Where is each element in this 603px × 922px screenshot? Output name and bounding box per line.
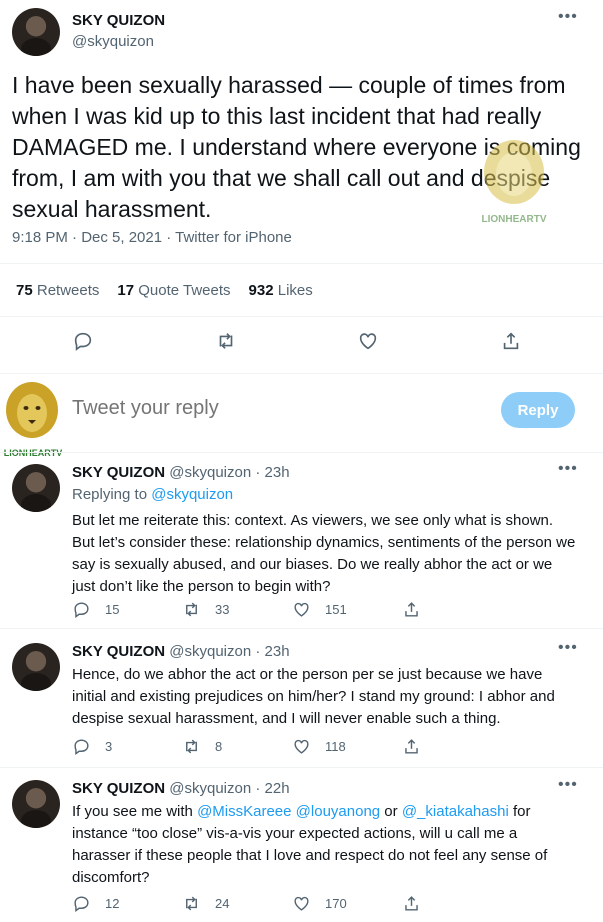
like-button[interactable]: 118: [292, 737, 392, 756]
like-button[interactable]: 170: [292, 894, 392, 913]
reply-button[interactable]: 12: [72, 894, 172, 913]
divider: [0, 767, 603, 768]
author-handle[interactable]: @skyquizon: [72, 33, 154, 50]
like-icon: [294, 896, 309, 911]
mention-link[interactable]: @skyquizon: [151, 486, 233, 503]
mention-link[interactable]: @MissKareee: [197, 803, 291, 820]
retweet-icon: [186, 602, 197, 617]
watermark-text: LIONHEARTV: [482, 214, 547, 225]
divider: [0, 316, 603, 317]
retweet-button[interactable]: 8: [182, 737, 282, 756]
reply-count: 15: [105, 602, 120, 617]
more-icon[interactable]: •••: [558, 776, 578, 794]
reply-actions: 12 24 170: [72, 894, 502, 913]
retweet-count: 24: [215, 896, 230, 911]
like-count: 118: [325, 739, 346, 754]
reply-text: But let me reiterate this: context. As v…: [72, 512, 576, 595]
avatar[interactable]: [12, 8, 60, 56]
reply-text: Hence, do we abhor the act or the person…: [72, 666, 555, 727]
retweet-button[interactable]: [215, 330, 237, 352]
reply-text: If you see me with @MissKareee @louyanon…: [72, 803, 548, 886]
reply-header: SKY QUIZON @skyquizon · 23h: [72, 643, 290, 660]
like-icon: [360, 333, 377, 350]
reply-button[interactable]: 15: [72, 600, 172, 619]
divider: [0, 373, 603, 374]
share-button[interactable]: [402, 600, 502, 619]
reply-icon: [74, 332, 92, 351]
share-button[interactable]: [402, 894, 502, 913]
retweet-count: 8: [215, 739, 223, 754]
reply-icon: [74, 739, 89, 756]
reply-actions: 15 33 151: [72, 600, 502, 619]
share-icon: [405, 896, 418, 911]
retweet-icon: [219, 333, 232, 349]
tweet-timestamp[interactable]: 9:18 PM · Dec 5, 2021 · Twitter for iPho…: [12, 229, 292, 246]
author-handle[interactable]: @skyquizon · 22h: [169, 780, 289, 797]
reply-icon: [74, 602, 89, 619]
like-icon: [294, 739, 309, 754]
tweet-stats: 75 Retweets 17 Quote Tweets 932 Likes: [16, 282, 313, 299]
reply-icon: [74, 896, 89, 913]
author-name[interactable]: SKY QUIZON: [72, 464, 165, 481]
share-icon: [503, 332, 519, 350]
divider: [0, 263, 603, 264]
likes-stat[interactable]: 932 Likes: [249, 282, 313, 299]
share-icon: [405, 602, 418, 617]
lion-watermark-icon: LIONHEARTV: [482, 140, 547, 225]
reply-header: SKY QUIZON @skyquizon · 22h: [72, 780, 290, 797]
reply-submit-button[interactable]: Reply: [501, 392, 575, 428]
quote-tweets-stat[interactable]: 17 Quote Tweets: [117, 282, 230, 299]
author-name[interactable]: SKY QUIZON: [72, 12, 165, 29]
avatar[interactable]: [12, 780, 60, 828]
retweet-icon: [186, 896, 197, 911]
retweets-stat[interactable]: 75 Retweets: [16, 282, 99, 299]
author-name[interactable]: SKY QUIZON: [72, 780, 165, 797]
more-icon[interactable]: •••: [558, 8, 578, 26]
like-count: 170: [325, 896, 347, 911]
like-icon: [294, 602, 309, 617]
retweet-count: 33: [215, 602, 230, 617]
retweet-icon: [186, 739, 197, 754]
reply-count: 12: [105, 896, 120, 911]
author-handle[interactable]: @skyquizon · 23h: [169, 643, 289, 660]
reply-button[interactable]: [72, 330, 94, 352]
author-handle[interactable]: @skyquizon · 23h: [169, 464, 289, 481]
like-button[interactable]: [357, 330, 379, 352]
reply-actions: 3 8 118: [72, 737, 502, 756]
reply-button[interactable]: 3: [72, 737, 172, 756]
reply-header: SKY QUIZON @skyquizon · 23h: [72, 464, 290, 481]
share-icon: [405, 739, 418, 754]
retweet-button[interactable]: 24: [182, 894, 282, 913]
avatar[interactable]: [12, 643, 60, 691]
logo-text: LIONHEARTV: [4, 448, 62, 458]
reply-count: 3: [105, 739, 113, 754]
share-button[interactable]: [402, 737, 502, 756]
like-count: 151: [325, 602, 347, 617]
like-button[interactable]: 151: [292, 600, 392, 619]
reply-input[interactable]: [72, 397, 452, 420]
mention-link[interactable]: @_kiatakahashi: [402, 803, 509, 820]
avatar[interactable]: [12, 464, 60, 512]
author-name[interactable]: SKY QUIZON: [72, 643, 165, 660]
more-icon[interactable]: •••: [558, 639, 578, 657]
divider: [0, 452, 603, 453]
divider: [0, 628, 603, 629]
retweet-button[interactable]: 33: [182, 600, 282, 619]
more-icon[interactable]: •••: [558, 460, 578, 478]
mention-link[interactable]: @louyanong: [296, 803, 380, 820]
tweet-actions: [72, 330, 522, 352]
lion-logo-icon: LIONHEARTV: [4, 382, 62, 458]
share-button[interactable]: [500, 330, 522, 352]
replying-to: Replying to @skyquizon: [72, 486, 234, 503]
